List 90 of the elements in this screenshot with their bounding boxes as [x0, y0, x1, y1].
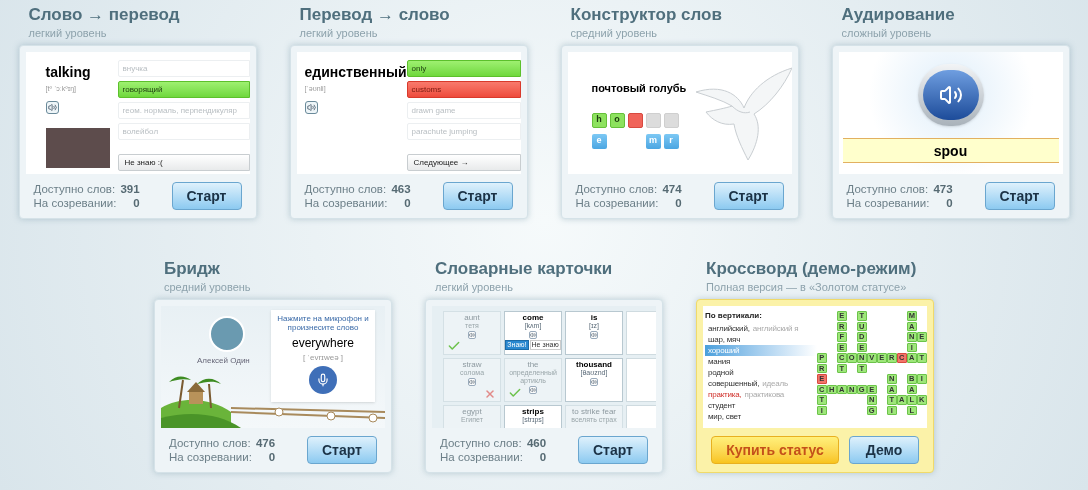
demo-button[interactable]: Демо	[849, 436, 919, 464]
card-title[interactable]: Слово → перевод	[18, 5, 257, 25]
word-text: talking	[45, 64, 92, 80]
microphone-button[interactable]	[309, 366, 337, 394]
stat-value: 463	[391, 182, 411, 196]
stat-value: 0	[403, 196, 411, 210]
word-text: единственный	[304, 64, 407, 80]
stat-label: На созревании:	[169, 450, 252, 464]
card-title[interactable]: Аудирование	[831, 5, 1070, 25]
card-word: egypt	[462, 407, 482, 416]
prompt-text: Нажмите на микрофон и произнесите слово	[276, 314, 370, 332]
card-word: come	[522, 313, 544, 322]
clue-item[interactable]: студент	[705, 400, 817, 411]
level-label: легкий уровень	[298, 26, 379, 41]
card-title[interactable]: Бридж	[154, 259, 392, 279]
action-button[interactable]: Следующее →	[406, 154, 521, 171]
photo-placeholder	[45, 127, 110, 168]
stat-value: 391	[120, 182, 140, 196]
stat-value: 0	[674, 196, 682, 210]
stat-value: 0	[267, 450, 276, 464]
stat-label: Доступно слов:	[169, 436, 252, 450]
clues-heading: По вертикали:	[705, 310, 763, 322]
stat-value: 474	[662, 182, 682, 196]
clue-item[interactable]: родной	[705, 367, 817, 378]
level-label: легкий уровень	[434, 280, 514, 295]
card-word: the	[527, 360, 539, 369]
level-label: сложный уровень	[840, 26, 933, 41]
stat-label: На созревании:	[575, 196, 659, 210]
clue-item[interactable]: мир, свет	[705, 411, 817, 422]
card-title[interactable]: Словарные карточки	[425, 259, 663, 279]
stat-value: 0	[132, 196, 140, 210]
transcription-text: [ ˈevrɪweə ]	[302, 352, 344, 364]
stat-label: На созревании:	[304, 196, 388, 210]
card-title[interactable]: Перевод → слово	[289, 5, 528, 25]
speaker-icon[interactable]	[529, 331, 537, 339]
play-sound-button[interactable]	[917, 64, 984, 126]
speaker-icon[interactable]	[304, 100, 318, 114]
speaker-icon	[938, 83, 963, 107]
answer-option[interactable]: only	[406, 60, 521, 77]
clue-item[interactable]: совершенный, идеаль	[705, 378, 817, 389]
clue-item[interactable]: мания	[705, 356, 817, 367]
word-text: everywhere	[292, 335, 354, 352]
answer-field[interactable]: spou	[842, 138, 1059, 163]
speaker-icon[interactable]	[590, 331, 598, 339]
card-word: strips	[522, 407, 544, 416]
stat-label: На созревании:	[846, 196, 930, 210]
stat-label: На созревании:	[33, 196, 117, 210]
start-button[interactable]: Старт	[578, 436, 648, 464]
clue-item[interactable]: практика, практикова	[705, 389, 817, 400]
level-label: Полная версия — в «Золотом статусе»	[705, 280, 908, 295]
microphone-icon	[316, 373, 330, 387]
stat-label: Доступно слов:	[440, 436, 523, 450]
card-title[interactable]: Кроссворд (демо-режим)	[696, 259, 934, 279]
level-label: легкий уровень	[27, 26, 108, 41]
stat-value: 0	[945, 196, 953, 210]
letter-slot: h	[591, 112, 607, 128]
stat-label: Доступно слов:	[304, 182, 388, 196]
card-word: is	[590, 313, 598, 322]
card-word: straw	[462, 360, 482, 369]
letter-slot: o	[609, 112, 625, 128]
card-word: aunt	[464, 313, 480, 322]
stat-value: 0	[538, 450, 547, 464]
start-button[interactable]: Старт	[171, 182, 242, 210]
level-label: средний уровень	[163, 280, 252, 295]
start-button[interactable]: Старт	[713, 182, 784, 210]
start-button[interactable]: Старт	[984, 182, 1055, 210]
speaker-icon[interactable]	[468, 378, 476, 386]
card-title[interactable]: Конструктор слов	[560, 5, 799, 25]
stat-label: На созревании:	[440, 450, 523, 464]
clue-item[interactable]: английский, английский я	[705, 323, 817, 334]
speaker-icon[interactable]	[529, 386, 537, 394]
stat-value: 476	[255, 436, 276, 450]
player-name: Алексей Один	[197, 355, 250, 367]
stat-value: 460	[526, 436, 547, 450]
action-button[interactable]: Не знаю :(	[117, 154, 250, 171]
answer-option[interactable]: говорящий	[117, 81, 250, 98]
stat-label: Доступно слов:	[33, 182, 117, 196]
start-button[interactable]: Старт	[442, 182, 513, 210]
stat-value: 473	[933, 182, 953, 196]
speaker-icon[interactable]	[590, 378, 598, 386]
start-button[interactable]: Старт	[307, 436, 377, 464]
speaker-icon[interactable]	[45, 100, 59, 114]
word-text: почтовый голубь	[591, 81, 688, 96]
level-label: средний уровень	[569, 26, 659, 41]
stat-label: Доступно слов:	[846, 182, 930, 196]
speaker-icon[interactable]	[468, 331, 476, 339]
card-word: to strike fear	[572, 407, 616, 416]
stat-label: Доступно слов:	[575, 182, 659, 196]
card-word: thousand	[576, 360, 612, 369]
clue-item[interactable]: шар, мяч	[705, 334, 817, 345]
